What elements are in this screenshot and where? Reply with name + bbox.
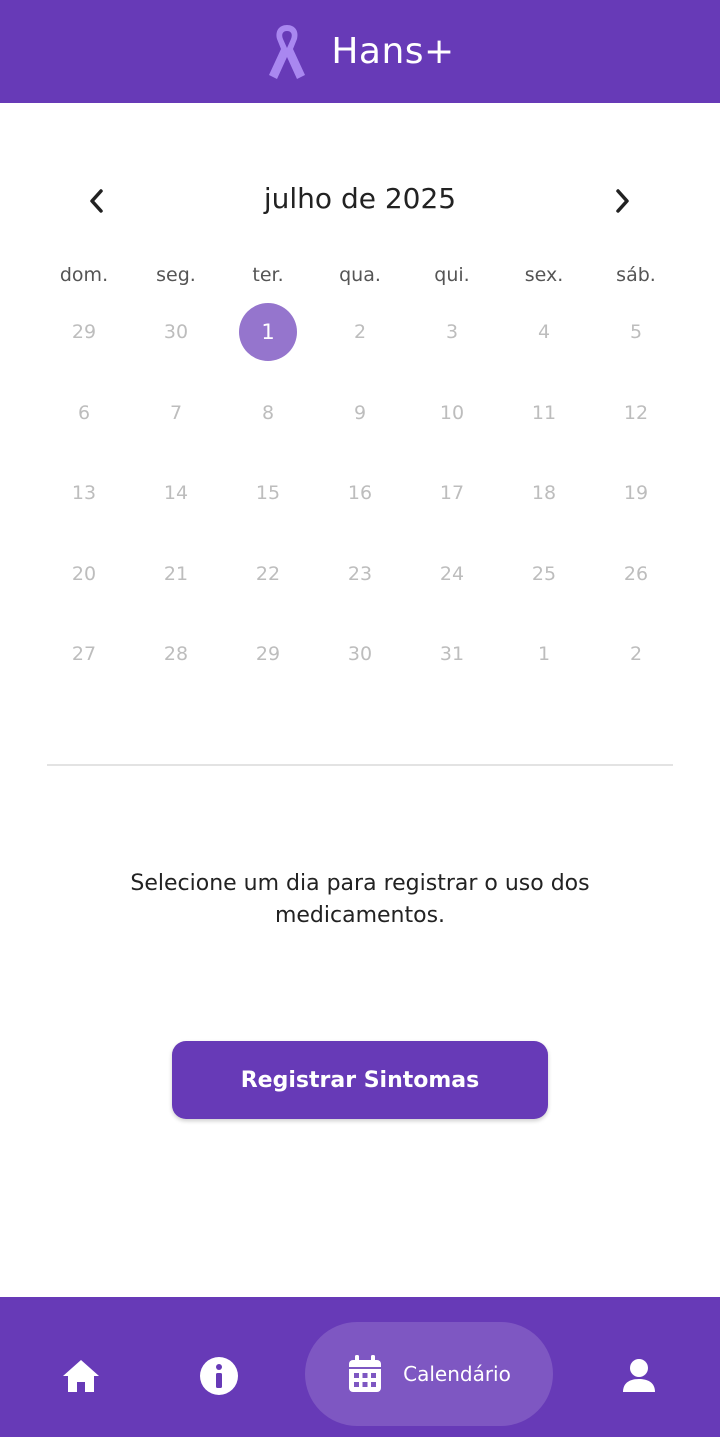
weekday-label: qua. (339, 264, 381, 286)
calendar-day[interactable]: 28 (130, 614, 222, 695)
person-icon (623, 1359, 655, 1392)
calendar-day[interactable]: 22 (222, 534, 314, 615)
calendar-day-selected[interactable]: 1 (222, 292, 314, 373)
nav-calendar-label: Calendário (403, 1362, 511, 1386)
home-icon (63, 1360, 99, 1392)
calendar-day[interactable]: 9 (314, 373, 406, 454)
calendar-day[interactable]: 31 (406, 614, 498, 695)
calendar-day[interactable]: 26 (590, 534, 682, 615)
weekday-label: dom. (59, 264, 109, 286)
month-title: julho de 2025 (263, 182, 457, 215)
nav-calendar-button[interactable]: Calendário (305, 1322, 553, 1426)
calendar-day[interactable]: 3 (406, 292, 498, 373)
calendar-icon (349, 1355, 382, 1392)
calendar-day[interactable]: 11 (498, 373, 590, 454)
calendar-day[interactable]: 27 (38, 614, 130, 695)
calendar-day[interactable]: 30 (130, 292, 222, 373)
instruction-text: Selecione um dia para registrar o uso do… (130, 871, 590, 928)
calendar-day[interactable]: 2 (590, 614, 682, 695)
nav-home-button[interactable] (52, 1347, 110, 1405)
calendar-day[interactable]: 15 (222, 453, 314, 534)
nav-profile-button[interactable] (610, 1347, 668, 1405)
calendar-day[interactable]: 30 (314, 614, 406, 695)
calendar-day[interactable]: 2 (314, 292, 406, 373)
calendar-day[interactable]: 19 (590, 453, 682, 534)
weekday-header: dom. seg. ter. qua. qui. sex. sáb. (38, 264, 682, 294)
calendar-day[interactable]: 16 (314, 453, 406, 534)
brand: Hans+ (265, 23, 454, 81)
app-bar: Hans+ (0, 0, 720, 103)
chevron-right-icon (616, 189, 629, 213)
calendar-day[interactable]: 13 (38, 453, 130, 534)
calendar-day[interactable]: 29 (222, 614, 314, 695)
next-month-button[interactable] (597, 176, 647, 226)
calendar-day[interactable]: 5 (590, 292, 682, 373)
weekday-label: ter. (252, 264, 284, 286)
calendar-day[interactable]: 20 (38, 534, 130, 615)
calendar-day[interactable]: 21 (130, 534, 222, 615)
selected-day-label: 1 (239, 303, 297, 362)
calendar-day[interactable]: 1 (498, 614, 590, 695)
app-title: Hans+ (331, 31, 455, 72)
month-header: julho de 2025 (0, 170, 720, 232)
bottom-navigation: Calendário (0, 1297, 720, 1437)
divider (47, 764, 673, 766)
calendar-day[interactable]: 6 (38, 373, 130, 454)
calendar-day[interactable]: 17 (406, 453, 498, 534)
calendar-day[interactable]: 10 (406, 373, 498, 454)
calendar-day[interactable]: 8 (222, 373, 314, 454)
calendar-day[interactable]: 24 (406, 534, 498, 615)
day-grid: 29 30 1 2 3 4 5 6 7 8 9 10 11 12 13 14 1… (38, 292, 682, 695)
ribbon-icon (269, 24, 306, 79)
calendar-day[interactable]: 7 (130, 373, 222, 454)
nav-info-button[interactable] (190, 1347, 248, 1405)
weekday-label: seg. (156, 264, 196, 286)
calendar-day[interactable]: 12 (590, 373, 682, 454)
calendar-day[interactable]: 23 (314, 534, 406, 615)
calendar-day[interactable]: 4 (498, 292, 590, 373)
weekday-label: qui. (434, 264, 470, 286)
weekday-label: sex. (524, 264, 564, 286)
weekday-label: sáb. (616, 264, 656, 286)
calendar-day[interactable]: 29 (38, 292, 130, 373)
calendar-day[interactable]: 25 (498, 534, 590, 615)
calendar-day[interactable]: 14 (130, 453, 222, 534)
calendar-day[interactable]: 18 (498, 453, 590, 534)
register-symptoms-button[interactable]: Registrar Sintomas (172, 1041, 548, 1119)
info-icon (200, 1357, 238, 1395)
previous-month-button[interactable] (72, 176, 122, 226)
chevron-left-icon (90, 189, 103, 213)
